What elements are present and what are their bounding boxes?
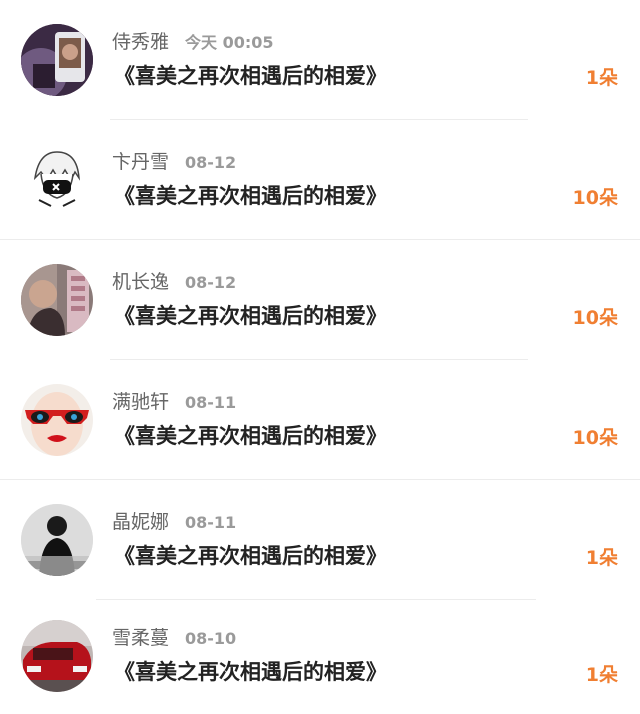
work-title[interactable]: 《喜美之再次相遇后的相爱》 — [114, 657, 387, 687]
gift-time: 08-11 — [185, 513, 237, 532]
name-line: 机长逸 08-12 — [112, 270, 236, 294]
gift-amount: 10朵 — [572, 307, 618, 329]
gift-amount: 1朵 — [585, 664, 618, 686]
gift-row[interactable]: 侍秀雅 今天 00:05 《喜美之再次相遇后的相爱》 1朵 — [0, 0, 640, 120]
gift-time: 08-10 — [185, 629, 237, 648]
name-line: 侍秀雅 今天 00:05 — [112, 30, 274, 54]
avatar-anime-masked-icon — [21, 144, 93, 216]
avatar[interactable] — [21, 264, 93, 336]
avatar-photo-pink-icon — [21, 264, 93, 336]
user-name[interactable]: 晶妮娜 — [112, 511, 169, 533]
avatar-red-car-icon — [21, 620, 93, 692]
gift-time: 今天 00:05 — [185, 33, 274, 52]
work-title[interactable]: 《喜美之再次相遇后的相爱》 — [114, 421, 387, 451]
gift-row[interactable]: 晶妮娜 08-11 《喜美之再次相遇后的相爱》 1朵 — [0, 480, 640, 600]
gift-row[interactable]: 机长逸 08-12 《喜美之再次相遇后的相爱》 10朵 — [0, 240, 640, 360]
avatar[interactable] — [21, 24, 93, 96]
work-title[interactable]: 《喜美之再次相遇后的相爱》 — [114, 181, 387, 211]
gift-row[interactable]: 满驰轩 08-11 《喜美之再次相遇后的相爱》 10朵 — [0, 360, 640, 480]
user-name[interactable]: 机长逸 — [112, 271, 169, 293]
name-line: 满驰轩 08-11 — [112, 390, 236, 414]
gift-time: 08-12 — [185, 273, 237, 292]
gift-amount: 10朵 — [572, 427, 618, 449]
gift-amount: 1朵 — [585, 547, 618, 569]
name-line: 雪柔蔓 08-10 — [112, 626, 236, 650]
work-title[interactable]: 《喜美之再次相遇后的相爱》 — [114, 61, 387, 91]
work-title[interactable]: 《喜美之再次相遇后的相爱》 — [114, 301, 387, 331]
name-line: 卞丹雪 08-12 — [112, 150, 236, 174]
user-name[interactable]: 雪柔蔓 — [112, 627, 169, 649]
avatar-photo-dark-icon — [21, 24, 93, 96]
avatar[interactable] — [21, 620, 93, 692]
user-name[interactable]: 满驰轩 — [112, 391, 169, 413]
gift-amount: 1朵 — [585, 67, 618, 89]
avatar[interactable] — [21, 384, 93, 456]
gift-row[interactable]: 卞丹雪 08-12 《喜美之再次相遇后的相爱》 10朵 — [0, 120, 640, 240]
name-line: 晶妮娜 08-11 — [112, 510, 236, 534]
user-name[interactable]: 卞丹雪 — [112, 151, 169, 173]
gift-row[interactable]: 雪柔蔓 08-10 《喜美之再次相遇后的相爱》 1朵 — [0, 600, 640, 714]
avatar[interactable] — [21, 144, 93, 216]
work-title[interactable]: 《喜美之再次相遇后的相爱》 — [114, 541, 387, 571]
avatar-photo-bw-icon — [21, 504, 93, 576]
avatar-red-sunglasses-icon — [21, 384, 93, 456]
gift-list: 侍秀雅 今天 00:05 《喜美之再次相遇后的相爱》 1朵 卞丹雪 08-12 《喜… — [0, 0, 640, 714]
gift-time: 08-12 — [185, 153, 237, 172]
gift-time: 08-11 — [185, 393, 237, 412]
avatar[interactable] — [21, 504, 93, 576]
user-name[interactable]: 侍秀雅 — [112, 31, 169, 53]
gift-amount: 10朵 — [572, 187, 618, 209]
